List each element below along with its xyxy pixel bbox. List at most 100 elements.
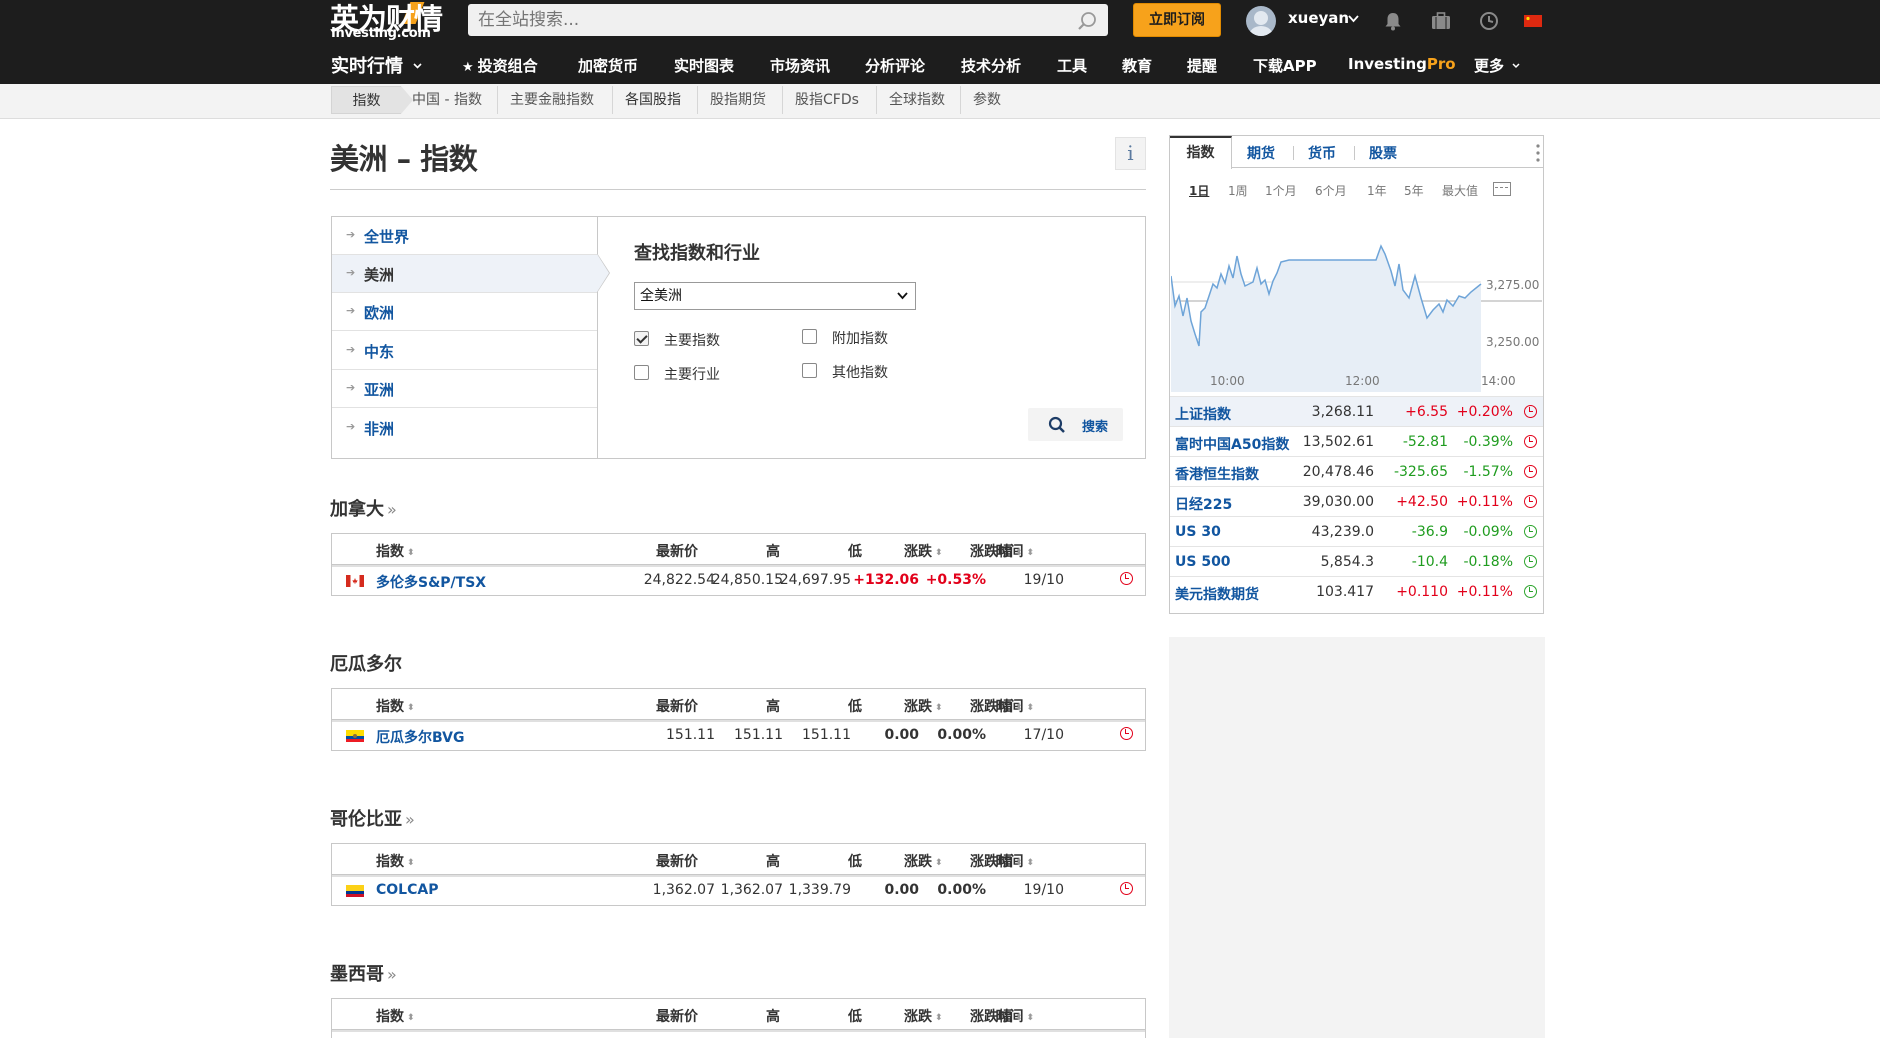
quote-name-link[interactable]: 富时中国A50指数: [1175, 434, 1289, 454]
subnav-china-indices[interactable]: 中国 - 指数: [400, 86, 494, 114]
column-header-last[interactable]: 最新价: [656, 1006, 698, 1026]
tab-currencies[interactable]: 货币: [1308, 143, 1336, 163]
info-icon[interactable]: i: [1115, 137, 1146, 170]
quote-row[interactable]: 上证指数 3,268.11 +6.55 +0.20%: [1170, 396, 1543, 426]
nav-download-app[interactable]: 下载APP: [1253, 55, 1317, 76]
column-header-low[interactable]: 低: [848, 1006, 862, 1026]
index-name-link[interactable]: 多伦多S&P/TSX: [376, 572, 486, 592]
search-input[interactable]: [478, 6, 1058, 34]
subnav-global-indices[interactable]: 全球指数: [876, 86, 957, 114]
search-button[interactable]: 搜索: [1028, 408, 1123, 441]
column-header-name[interactable]: 指数 ⬍: [376, 696, 415, 716]
column-header-change[interactable]: 涨跌 ⬍: [904, 696, 943, 716]
checkbox-additional-indices[interactable]: [802, 329, 817, 344]
column-header-name[interactable]: 指数 ⬍: [376, 851, 415, 871]
region-select[interactable]: 全美洲: [634, 282, 916, 310]
nav-news[interactable]: 市场资讯: [770, 55, 830, 76]
period-1m[interactable]: 1个月: [1265, 182, 1297, 199]
bell-icon[interactable]: [1382, 10, 1404, 32]
quote-name-link[interactable]: 日经225: [1175, 494, 1232, 514]
column-header-high[interactable]: 高: [766, 851, 780, 871]
column-header-change-pct[interactable]: 涨跌幅 ⬍: [970, 851, 1023, 871]
column-header-low[interactable]: 低: [848, 541, 862, 561]
avatar[interactable]: [1246, 6, 1276, 36]
quote-name-link[interactable]: 上证指数: [1175, 404, 1231, 424]
nav-realtime-quotes[interactable]: 实时行情: [331, 52, 422, 78]
region-item-world[interactable]: ➔ 全世界: [332, 217, 597, 255]
quote-row[interactable]: 日经225 39,030.00 +42.50 +0.11%: [1170, 486, 1543, 516]
nav-crypto[interactable]: 加密货币: [578, 55, 638, 76]
nav-portfolio[interactable]: ★ 投资组合: [462, 55, 538, 76]
quote-row[interactable]: US 500 5,854.3 -10.4 -0.18%: [1170, 546, 1543, 576]
checkbox-main-indices[interactable]: [634, 331, 649, 346]
quote-name-link[interactable]: US 30: [1175, 524, 1221, 540]
index-name-link[interactable]: 厄瓜多尔BVG: [376, 727, 464, 747]
subnav-country-indices[interactable]: 各国股指: [612, 86, 693, 114]
country-title-link[interactable]: 加拿大»: [330, 495, 397, 521]
column-header-last[interactable]: 最新价: [656, 696, 698, 716]
period-1w[interactable]: 1周: [1228, 182, 1248, 199]
region-item-middle-east[interactable]: ➔ 中东: [332, 332, 597, 370]
tab-indices[interactable]: 指数: [1170, 136, 1232, 169]
briefcase-icon[interactable]: [1430, 10, 1452, 32]
subnav-major-indices[interactable]: 主要金融指数: [497, 86, 606, 114]
column-header-change[interactable]: 涨跌 ⬍: [904, 851, 943, 871]
column-header-change-pct[interactable]: 涨跌幅 ⬍: [970, 1006, 1023, 1026]
period-6m[interactable]: 6个月: [1315, 182, 1347, 199]
period-1y[interactable]: 1年: [1367, 182, 1387, 199]
column-header-name[interactable]: 指数 ⬍: [376, 1006, 415, 1026]
nav-analysis[interactable]: 分析评论: [865, 55, 925, 76]
site-logo[interactable]: 英为财情 Investing.com: [330, 0, 454, 42]
subnav-index-cfds[interactable]: 股指CFDs: [782, 86, 871, 114]
country-title-link[interactable]: 哥伦比亚»: [330, 805, 415, 831]
subnav-parameters[interactable]: 参数: [960, 86, 1013, 114]
quote-name-link[interactable]: US 500: [1175, 554, 1231, 570]
chart-type-icon[interactable]: [1493, 182, 1511, 196]
country-title-link[interactable]: 墨西哥»: [330, 960, 397, 986]
column-header-change[interactable]: 涨跌 ⬍: [904, 541, 943, 561]
chevron-down-icon[interactable]: [1348, 15, 1359, 23]
quote-name-link[interactable]: 美元指数期货: [1175, 584, 1259, 604]
column-header-high[interactable]: 高: [766, 1006, 780, 1026]
intraday-chart[interactable]: [1171, 226, 1542, 392]
region-item-europe[interactable]: ➔ 欧洲: [332, 293, 597, 331]
nav-technical[interactable]: 技术分析: [961, 55, 1021, 76]
column-header-last[interactable]: 最新价: [656, 851, 698, 871]
search-icon[interactable]: [1076, 10, 1098, 32]
clock-icon[interactable]: [1478, 10, 1500, 32]
subscribe-button[interactable]: 立即订阅: [1133, 3, 1221, 37]
region-item-africa[interactable]: ➔ 非洲: [332, 409, 597, 447]
quote-row[interactable]: US 30 43,239.0 -36.9 -0.09%: [1170, 516, 1543, 546]
country-title-link[interactable]: 厄瓜多尔: [330, 650, 402, 676]
region-item-americas[interactable]: ➔ 美洲: [332, 253, 610, 293]
period-1d[interactable]: 1日: [1189, 182, 1209, 199]
column-header-high[interactable]: 高: [766, 696, 780, 716]
quote-name-link[interactable]: 香港恒生指数: [1175, 464, 1259, 484]
column-header-low[interactable]: 低: [848, 851, 862, 871]
region-item-asia[interactable]: ➔ 亚洲: [332, 370, 597, 408]
column-header-low[interactable]: 低: [848, 696, 862, 716]
more-vertical-icon[interactable]: [1536, 144, 1540, 162]
nav-tools[interactable]: 工具: [1057, 55, 1087, 76]
column-header-last[interactable]: 最新价: [656, 541, 698, 561]
tab-futures[interactable]: 期货: [1247, 143, 1275, 163]
china-flag-icon[interactable]: [1524, 15, 1542, 27]
quote-row[interactable]: 美元指数期货 103.417 +0.110 +0.11%: [1170, 576, 1543, 606]
username[interactable]: xueyan: [1288, 9, 1349, 27]
nav-more[interactable]: 更多: [1474, 55, 1520, 76]
subnav-indices[interactable]: 指数: [331, 86, 413, 114]
quote-row[interactable]: 富时中国A50指数 13,502.61 -52.81 -0.39%: [1170, 426, 1543, 456]
nav-alerts[interactable]: 提醒: [1187, 55, 1217, 76]
period-max[interactable]: 最大值: [1442, 182, 1478, 199]
column-header-name[interactable]: 指数 ⬍: [376, 541, 415, 561]
checkbox-main-sectors[interactable]: [634, 365, 649, 380]
column-header-high[interactable]: 高: [766, 541, 780, 561]
checkbox-other-indices[interactable]: [802, 363, 817, 378]
quote-row[interactable]: 香港恒生指数 20,478.46 -325.65 -1.57%: [1170, 456, 1543, 486]
period-5y[interactable]: 5年: [1404, 182, 1424, 199]
index-name-link[interactable]: COLCAP: [376, 882, 438, 898]
nav-charts[interactable]: 实时图表: [674, 55, 734, 76]
column-header-change-pct[interactable]: 涨跌幅 ⬍: [970, 541, 1023, 561]
column-header-change[interactable]: 涨跌 ⬍: [904, 1006, 943, 1026]
column-header-change-pct[interactable]: 涨跌幅 ⬍: [970, 696, 1023, 716]
